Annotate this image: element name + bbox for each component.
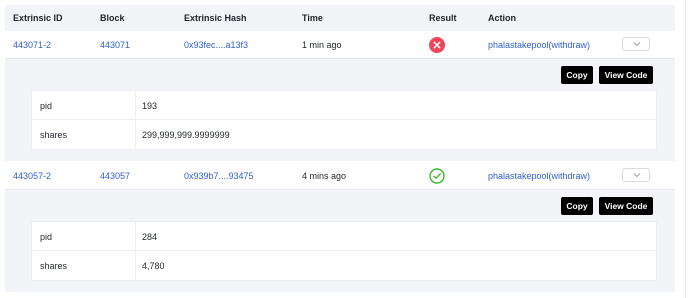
expanded-params-panel: Copy View Code pid 193 shares 299,999,99… (5, 59, 675, 161)
table-header: Extrinsic ID Block Extrinsic Hash Time R… (5, 5, 675, 31)
scrollbar-track[interactable] (685, 0, 690, 298)
col-extrinsic-hash: Extrinsic Hash (184, 13, 247, 23)
extrinsic-hash-link[interactable]: 0x93fec....a13f3 (184, 40, 248, 50)
col-result: Result (429, 13, 457, 23)
copy-button[interactable]: Copy (561, 66, 593, 84)
params-table: pid 284 shares 4,780 (31, 221, 657, 281)
param-row: pid 193 (32, 91, 656, 120)
copy-button[interactable]: Copy (561, 197, 593, 215)
col-block: Block (100, 13, 125, 23)
param-divider (135, 91, 136, 119)
param-row: shares 299,999,999.9999999 (32, 120, 656, 149)
x-circle-icon (429, 37, 445, 53)
time-text: 4 mins ago (302, 171, 347, 181)
expanded-params-panel: Copy View Code pid 284 shares 4,780 (5, 190, 675, 292)
param-value: 193 (142, 101, 158, 111)
param-row: shares 4,780 (32, 251, 656, 280)
param-key: pid (40, 101, 53, 111)
view-code-button[interactable]: View Code (599, 197, 653, 215)
check-circle-icon (429, 168, 445, 184)
param-value: 299,999,999.9999999 (142, 130, 230, 140)
table-row: 443057-2 443057 0x939b7....93475 4 mins … (5, 162, 675, 190)
block-link[interactable]: 443071 (100, 40, 130, 50)
chevron-down-icon (633, 173, 641, 178)
col-action: Action (488, 13, 516, 23)
col-time: Time (302, 13, 323, 23)
extrinsic-hash-link[interactable]: 0x939b7....93475 (184, 171, 254, 181)
expand-toggle-button[interactable] (622, 168, 650, 182)
param-divider (135, 222, 136, 250)
param-key: shares (40, 261, 68, 271)
extrinsics-table: Extrinsic ID Block Extrinsic Hash Time R… (0, 0, 680, 298)
expand-toggle-button[interactable] (622, 37, 650, 51)
param-divider (135, 120, 136, 149)
col-extrinsic-id: Extrinsic ID (13, 13, 63, 23)
view-code-button[interactable]: View Code (599, 66, 653, 84)
param-value: 4,780 (142, 261, 165, 271)
extrinsic-id-link[interactable]: 443057-2 (13, 171, 51, 181)
param-key: pid (40, 232, 53, 242)
table-row: 443071-2 443071 0x93fec....a13f3 1 min a… (5, 31, 675, 59)
block-link[interactable]: 443057 (100, 171, 130, 181)
param-key: shares (40, 130, 68, 140)
param-value: 284 (142, 232, 158, 242)
params-table: pid 193 shares 299,999,999.9999999 (31, 90, 657, 150)
extrinsic-id-link[interactable]: 443071-2 (13, 40, 51, 50)
action-link[interactable]: phalastakepool(withdraw) (488, 40, 590, 50)
param-divider (135, 251, 136, 280)
chevron-down-icon (633, 42, 641, 47)
param-row: pid 284 (32, 222, 656, 251)
time-text: 1 min ago (302, 40, 342, 50)
action-link[interactable]: phalastakepool(withdraw) (488, 171, 590, 181)
